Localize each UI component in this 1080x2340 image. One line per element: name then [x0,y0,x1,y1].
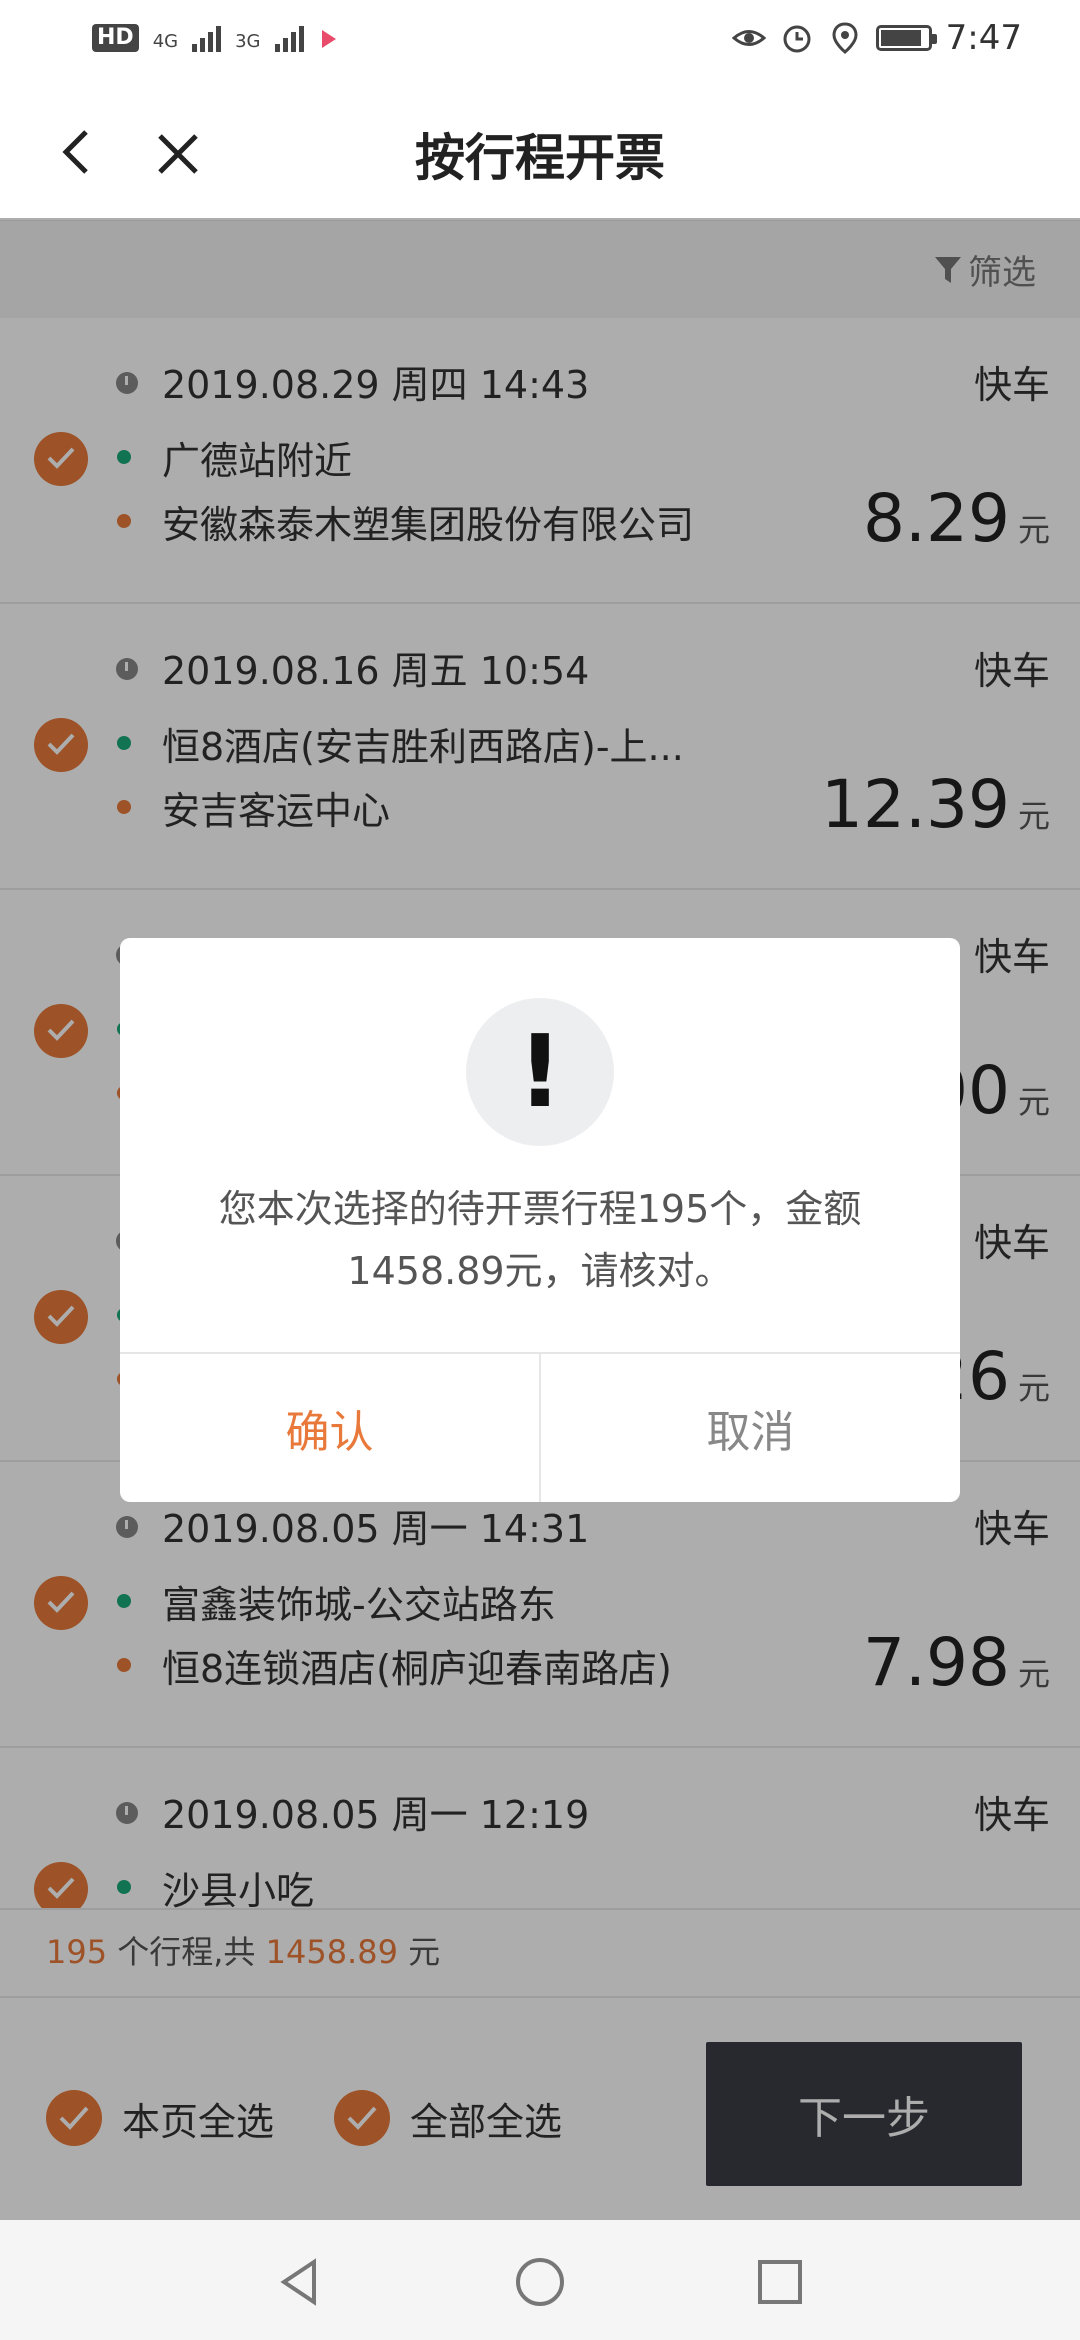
signal-icon [274,24,304,52]
cancel-button[interactable]: 取消 [541,1354,960,1502]
confirm-dialog: ! 您本次选择的待开票行程195个，金额1458.89元，请核对。 确认 取消 [120,938,960,1502]
header: 按行程开票 [0,84,1080,220]
system-nav-bar [0,2220,1080,2340]
nav-recents-icon[interactable] [754,2256,806,2308]
eye-icon [731,30,766,46]
nav-home-icon[interactable] [514,2256,566,2308]
warning-icon: ! [466,998,614,1146]
battery-icon [875,25,937,51]
network-4g-label: 4G [152,31,179,52]
network-3g-label: 3G [235,31,261,52]
warning-glyph: ! [517,1013,563,1130]
dialog-message: 您本次选择的待开票行程195个，金额1458.89元，请核对。 [218,1187,862,1293]
hd-badge: HD [92,24,139,52]
status-right: 7:47 [731,18,1022,58]
status-bar: HD 4G 3G 7:47 [0,0,1080,84]
status-left: HD 4G 3G [92,24,340,52]
confirm-button[interactable]: 确认 [120,1354,539,1502]
signal-icon [192,24,222,52]
location-icon [832,22,858,54]
page-title: 按行程开票 [415,129,665,187]
app-notification-icon [321,30,336,48]
alarm-icon [783,25,811,53]
clock-time: 7:47 [945,18,1022,58]
nav-back-icon[interactable] [274,2256,326,2308]
